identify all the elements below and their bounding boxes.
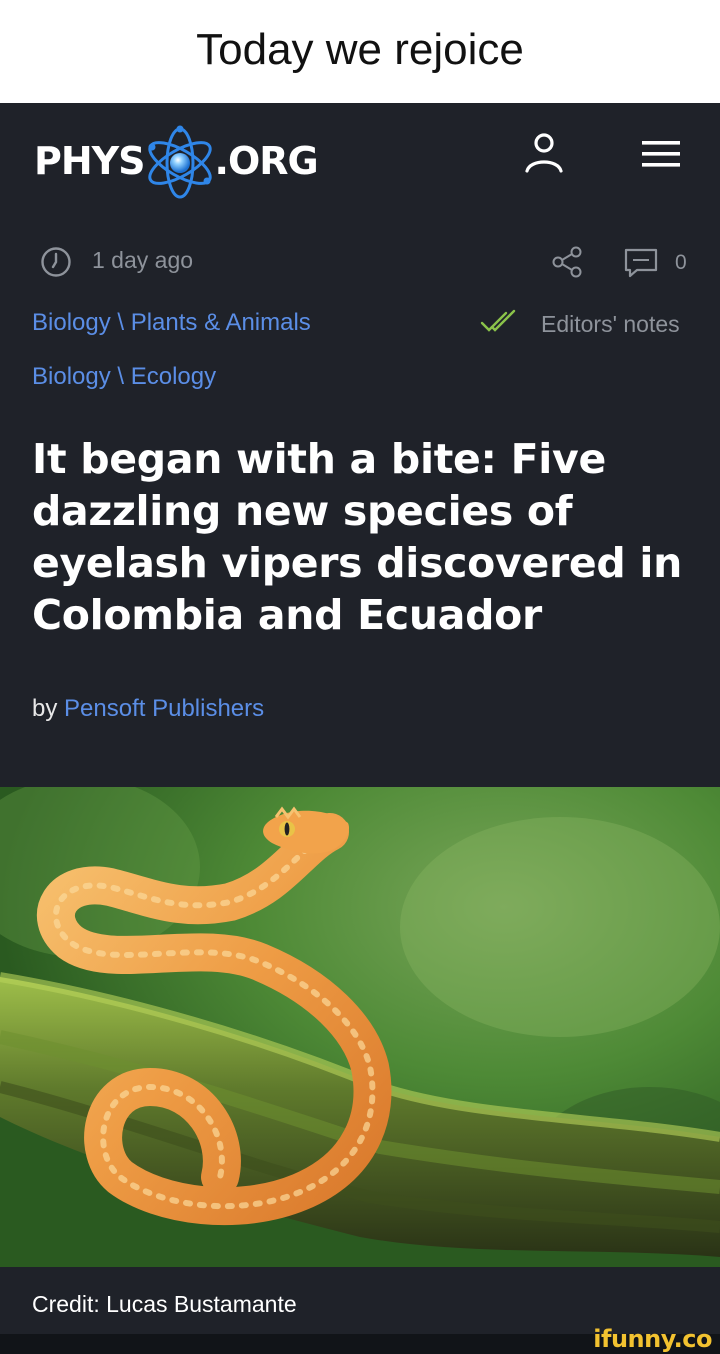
article-page: PHYS .ORG 1 day ago 0 Biology \ Plants &…: [0, 103, 720, 787]
article-photo-eyelash-viper: [0, 787, 720, 1267]
comment-icon[interactable]: [623, 246, 659, 280]
meme-caption: Today we rejoice: [0, 0, 720, 103]
share-icon[interactable]: [550, 245, 584, 279]
comment-count[interactable]: 0: [675, 251, 687, 275]
breadcrumb-plants-animals[interactable]: Biology \ Plants & Animals: [32, 309, 311, 337]
article-headline: It began with a bite: Five dazzling new …: [32, 435, 683, 639]
photo-credit-bar: Credit: Lucas Bustamante: [0, 1267, 720, 1334]
breadcrumb-ecology[interactable]: Biology \ Ecology: [32, 363, 216, 391]
site-logo[interactable]: PHYS .ORG: [34, 125, 354, 199]
user-icon[interactable]: [522, 131, 566, 175]
byline-prefix: by: [32, 695, 58, 722]
author-link[interactable]: Pensoft Publishers: [64, 695, 264, 722]
double-check-icon: [480, 309, 516, 332]
logo-text-org: .ORG: [214, 139, 319, 183]
photo-credit: Credit: Lucas Bustamante: [32, 1291, 297, 1317]
byline: by Pensoft Publishers: [32, 695, 264, 723]
menu-icon[interactable]: [640, 137, 682, 171]
published-time: 1 day ago: [92, 247, 194, 273]
ifunny-watermark: ifunny.co: [593, 1325, 712, 1353]
clock-icon: [41, 247, 71, 277]
editors-notes-link[interactable]: Editors' notes: [541, 311, 680, 338]
atom-logo-icon: [147, 125, 212, 199]
logo-text-phys: PHYS: [34, 139, 146, 183]
article-meta-row: 1 day ago 0: [40, 243, 690, 279]
